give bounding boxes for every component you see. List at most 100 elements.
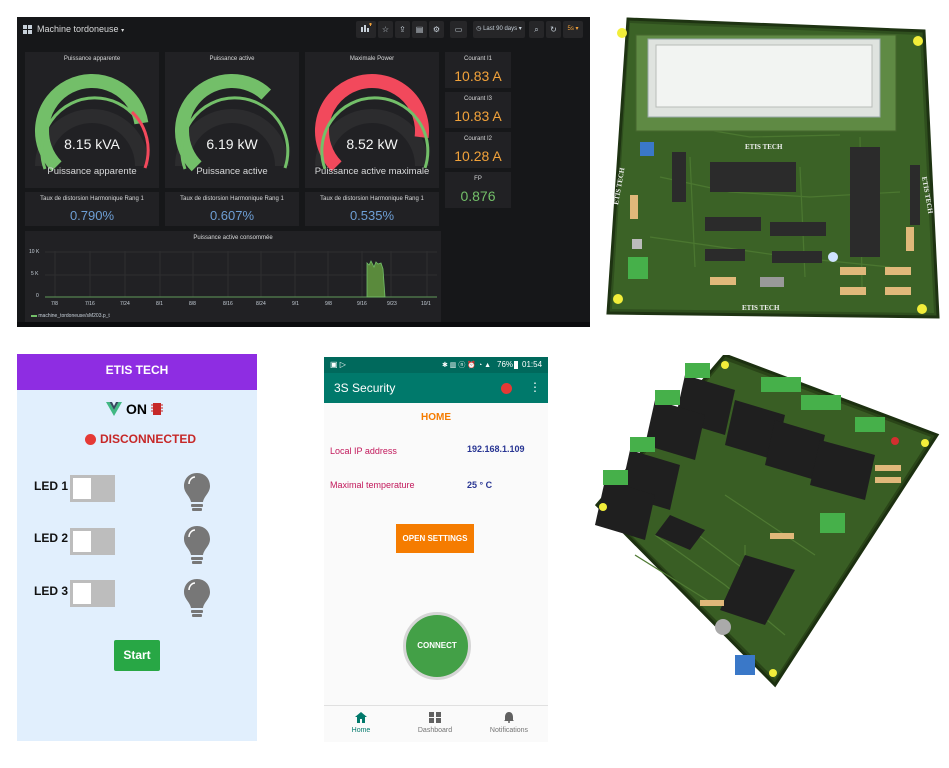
nav-notifications[interactable]: Notifications [474, 706, 544, 742]
gauge-arc [175, 74, 290, 172]
gauge-panel[interactable]: Maximale Power 8.52 kW Puissance active … [305, 52, 439, 188]
battery-level: 76% [497, 360, 514, 369]
thd-panel[interactable]: Taux de distorsion Harmonique Rang 1 0.7… [25, 192, 159, 226]
panel-title: Courant I1 [463, 56, 493, 62]
x-tick: 7/8 [51, 301, 58, 307]
save-icon[interactable]: ▤ [412, 21, 427, 38]
ip-address-value: 192.168.1.109 [467, 444, 525, 454]
current-value: 10.28 A [454, 148, 502, 164]
gauge-value: 8.15 kVA [64, 136, 120, 152]
gauge-label: Puissance active maximale [314, 166, 430, 177]
panel-title: Puissance active [209, 56, 255, 62]
thd-panel[interactable]: Taux de distorsion Harmonique Rang 1 0.6… [165, 192, 299, 226]
current-panel[interactable]: Courant I2 10.28 A [445, 132, 511, 168]
y-tick: 5 K [31, 271, 39, 277]
x-tick: 8/1 [156, 301, 163, 307]
overflow-menu-icon[interactable]: ⋮ [529, 380, 541, 394]
current-panel[interactable]: Courant I1 10.83 A [445, 52, 511, 88]
dashboard-footer [17, 322, 590, 327]
section-title: HOME [421, 412, 451, 423]
app-title: 3S Security [334, 381, 396, 395]
bulb-icon [184, 473, 210, 511]
notification-icons: ▣ ▷ [330, 360, 346, 369]
bottom-navigation: Home Dashboard Notifications [324, 705, 548, 742]
connect-button[interactable]: CONNECT [403, 612, 471, 680]
star-icon[interactable]: ☆ [378, 21, 393, 38]
gauge-panel[interactable]: Puissance apparente 8.15 kVA Puissance a… [25, 52, 159, 188]
nav-label: Dashboard [417, 727, 453, 734]
panel-title: Courant I2 [463, 136, 493, 142]
panel-title: Maximale Power [349, 56, 395, 62]
dashboard-grid-icon[interactable] [23, 25, 32, 34]
status-bar: ▣ ▷ ✱ ▥ ⓝ ⏰ ◔ ▲ 76% 01:54 [324, 357, 548, 373]
led-label: LED 2 [34, 531, 69, 545]
thd-value: 0.790% [69, 208, 115, 223]
chip-icon [151, 403, 163, 415]
dashboard-icon [429, 712, 441, 723]
x-tick: 8/8 [189, 301, 196, 307]
power-factor-value: 0.876 [460, 188, 496, 204]
zoom-icon[interactable]: ⌕ [529, 21, 544, 38]
graph-panel[interactable]: Puissance active consommée 10 K 5 K 0 7/… [25, 231, 441, 323]
x-tick: 9/16 [357, 301, 367, 307]
bulb-icon [184, 526, 210, 564]
panel-title: Puissance apparente [63, 56, 121, 62]
x-tick: 10/1 [421, 301, 431, 307]
current-value: 10.83 A [454, 108, 502, 124]
add-panel-icon[interactable] [356, 21, 376, 38]
x-tick: 8/16 [223, 301, 233, 307]
x-tick: 8/24 [256, 301, 266, 307]
time-range-picker[interactable]: ◷ Last 90 days ▾ [473, 21, 525, 38]
nav-home[interactable]: Home [326, 706, 396, 742]
status-dot-icon [85, 433, 96, 445]
x-tick: 9/8 [325, 301, 332, 307]
dashboard-title[interactable]: Machine tordoneuse ▾ [37, 24, 124, 34]
panel-title: Puissance active consommée [193, 235, 273, 241]
power-factor-panel[interactable]: FP 0.876 [445, 172, 511, 208]
grafana-dashboard: Machine tordoneuse ▾ ☆ ⇪ ▤ ⚙ ▭ ◷ Last 90… [17, 17, 590, 327]
pcb-render-relay-board [594, 355, 940, 688]
alarm-indicator-icon[interactable] [501, 383, 512, 394]
panel-title: Taux de distorsion Harmonique Rang 1 [40, 196, 144, 202]
x-tick: 7/16 [85, 301, 95, 307]
led-label: LED 1 [34, 479, 69, 493]
start-button[interactable]: Start [114, 640, 160, 671]
silkscreen-label: ETIS TECH [745, 143, 783, 151]
gauge-panel[interactable]: Puissance active 6.19 kW Puissance activ… [165, 52, 299, 188]
open-settings-button[interactable]: OPEN SETTINGS [396, 524, 474, 553]
current-value: 10.83 A [454, 68, 502, 84]
led-label: LED 3 [34, 584, 69, 598]
nav-dashboard[interactable]: Dashboard [400, 706, 470, 742]
graph-legend[interactable]: machine_tordoneuse/sM203.p_t [31, 313, 110, 319]
nav-label: Notifications [489, 727, 529, 734]
led-1-toggle[interactable] [70, 475, 115, 502]
current-panel[interactable]: Courant I3 10.83 A [445, 92, 511, 128]
bell-icon [504, 712, 514, 723]
y-tick: 0 [36, 293, 39, 299]
row-label: Local IP address [330, 446, 397, 456]
panel-title: Taux de distorsion Harmonique Rang 1 [180, 196, 284, 202]
battery-icon [514, 361, 518, 369]
gear-icon[interactable]: ⚙ [429, 21, 444, 38]
led-2-toggle[interactable] [70, 528, 115, 555]
etis-tech-app: ETIS TECH ON DISCONNECTED LED 1 LED 2 LE… [17, 354, 257, 741]
thd-panel[interactable]: Taux de distorsion Harmonique Rang 1 0.5… [305, 192, 439, 226]
share-icon[interactable]: ⇪ [395, 21, 410, 38]
clock: 01:54 [522, 360, 543, 369]
panel-title: Taux de distorsion Harmonique Rang 1 [320, 196, 424, 202]
refresh-interval[interactable]: 5s ▾ [563, 21, 583, 38]
row-label: Maximal temperature [330, 480, 415, 490]
home-icon [355, 712, 367, 723]
gauge-value: 6.19 kW [206, 136, 258, 152]
gauge-arc [315, 74, 430, 172]
led-3-toggle[interactable] [70, 580, 115, 607]
refresh-icon[interactable]: ↻ [546, 21, 561, 38]
graph-plot-area [45, 251, 437, 298]
x-axis: 7/8 7/16 7/24 8/1 8/8 8/16 8/24 9/1 9/8 … [45, 301, 445, 309]
nav-label: Home [351, 727, 371, 734]
panel-title: Courant I3 [463, 96, 493, 102]
tv-icon[interactable]: ▭ [450, 21, 467, 38]
panel-title: FP [474, 176, 482, 182]
app-header: ETIS TECH [17, 354, 257, 390]
board-status: ON [106, 399, 163, 419]
